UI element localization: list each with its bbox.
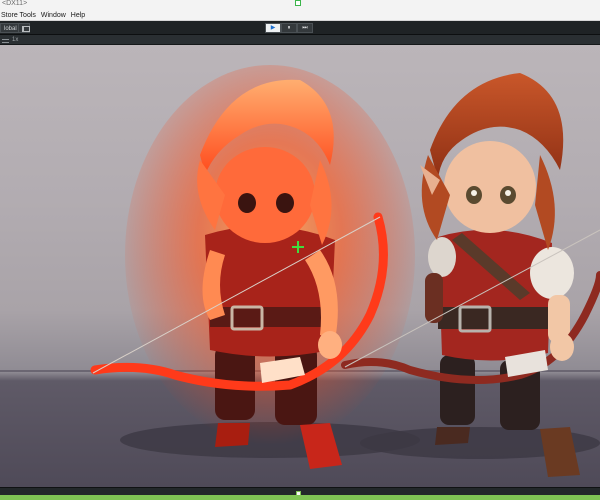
playback-controls: ▶ ⏸ ⏭ [265, 23, 313, 33]
resize-handle-bottom[interactable] [296, 491, 301, 496]
step-button[interactable]: ⏭ [297, 23, 313, 33]
pause-button[interactable]: ⏸ [281, 23, 297, 33]
character-right-normal [420, 73, 580, 477]
menu-store-tools[interactable]: Store Tools [0, 10, 40, 21]
game-view-tabstrip: 1x [0, 35, 600, 45]
scene-render [0, 65, 600, 477]
play-button[interactable]: ▶ [265, 23, 281, 33]
grid-icon [22, 26, 30, 32]
menu-bar: Store Tools Window Help [0, 10, 89, 21]
menu-help[interactable]: Help [70, 10, 89, 21]
title-menu-bar: <DX11> Store Tools Window Help [0, 0, 600, 21]
main-toolbar: lobal ▶ ⏸ ⏭ [0, 21, 600, 35]
game-viewport[interactable] [0, 45, 600, 487]
scale-label: 1x [12, 37, 19, 43]
window-title: <DX11> [2, 0, 28, 7]
grid-snap-button[interactable] [18, 23, 30, 33]
drag-handle-icon[interactable] [2, 39, 9, 43]
menu-window[interactable]: Window [40, 10, 70, 21]
resize-handle-top[interactable] [295, 0, 301, 6]
character-left-glowing [125, 65, 415, 469]
